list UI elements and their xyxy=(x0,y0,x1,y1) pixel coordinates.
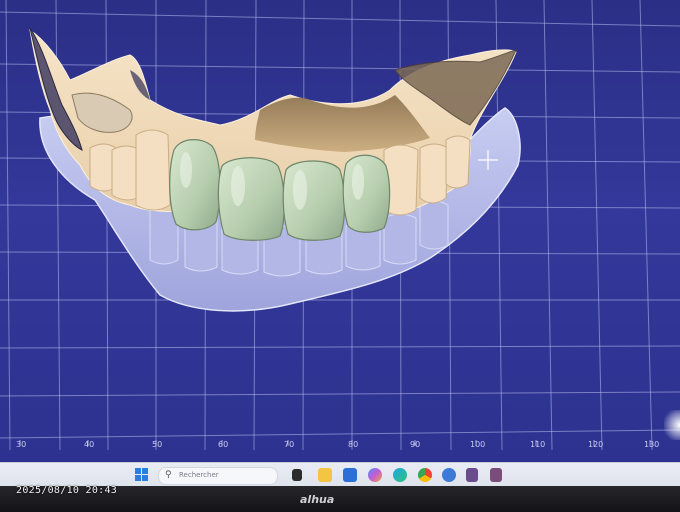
ruler-label-70: 70 xyxy=(284,440,295,449)
app-icon-1[interactable] xyxy=(466,468,478,482)
chrome-icon[interactable] xyxy=(418,468,432,482)
photo-timestamp: 2025/08/10 20:43 xyxy=(16,485,118,496)
ruler-label-30: 30 xyxy=(16,440,27,449)
edge-icon[interactable] xyxy=(393,468,407,482)
ruler-label-110: 110 xyxy=(530,440,546,449)
ruler-label-60: 60 xyxy=(218,440,229,449)
crown-tooth-4 xyxy=(342,154,391,233)
search-placeholder: Rechercher xyxy=(179,471,219,479)
ruler-label-40: 40 xyxy=(84,440,95,449)
ruler-label-130: 130 xyxy=(644,440,660,449)
ruler-label-120: 120 xyxy=(588,440,604,449)
settings-icon[interactable] xyxy=(442,468,456,482)
app-icon-2[interactable] xyxy=(490,468,502,482)
crown-tooth-3 xyxy=(282,160,346,241)
dental-model-render[interactable] xyxy=(0,0,680,462)
screen-glare xyxy=(664,410,680,440)
windows-taskbar: ⚲ Rechercher xyxy=(0,462,680,487)
windows-start-icon[interactable] xyxy=(135,468,149,482)
store-icon[interactable] xyxy=(343,468,357,482)
ruler-label-80: 80 xyxy=(348,440,359,449)
taskbar-search-box[interactable]: ⚲ Rechercher xyxy=(158,467,278,485)
cad-3d-viewport[interactable]: 30 40 50 60 70 80 90 100 110 120 130 xyxy=(0,0,680,462)
crown-tooth-1 xyxy=(169,139,221,231)
search-icon: ⚲ xyxy=(165,470,172,480)
file-explorer-icon[interactable] xyxy=(318,468,332,482)
task-view-icon[interactable] xyxy=(292,469,302,481)
copilot-icon[interactable] xyxy=(368,468,382,482)
ruler-label-50: 50 xyxy=(152,440,163,449)
monitor-brand-logo: alhua xyxy=(300,493,335,506)
ruler-label-90: 90 xyxy=(410,440,421,449)
ruler-label-100: 100 xyxy=(470,440,486,449)
crown-tooth-2 xyxy=(217,157,285,241)
